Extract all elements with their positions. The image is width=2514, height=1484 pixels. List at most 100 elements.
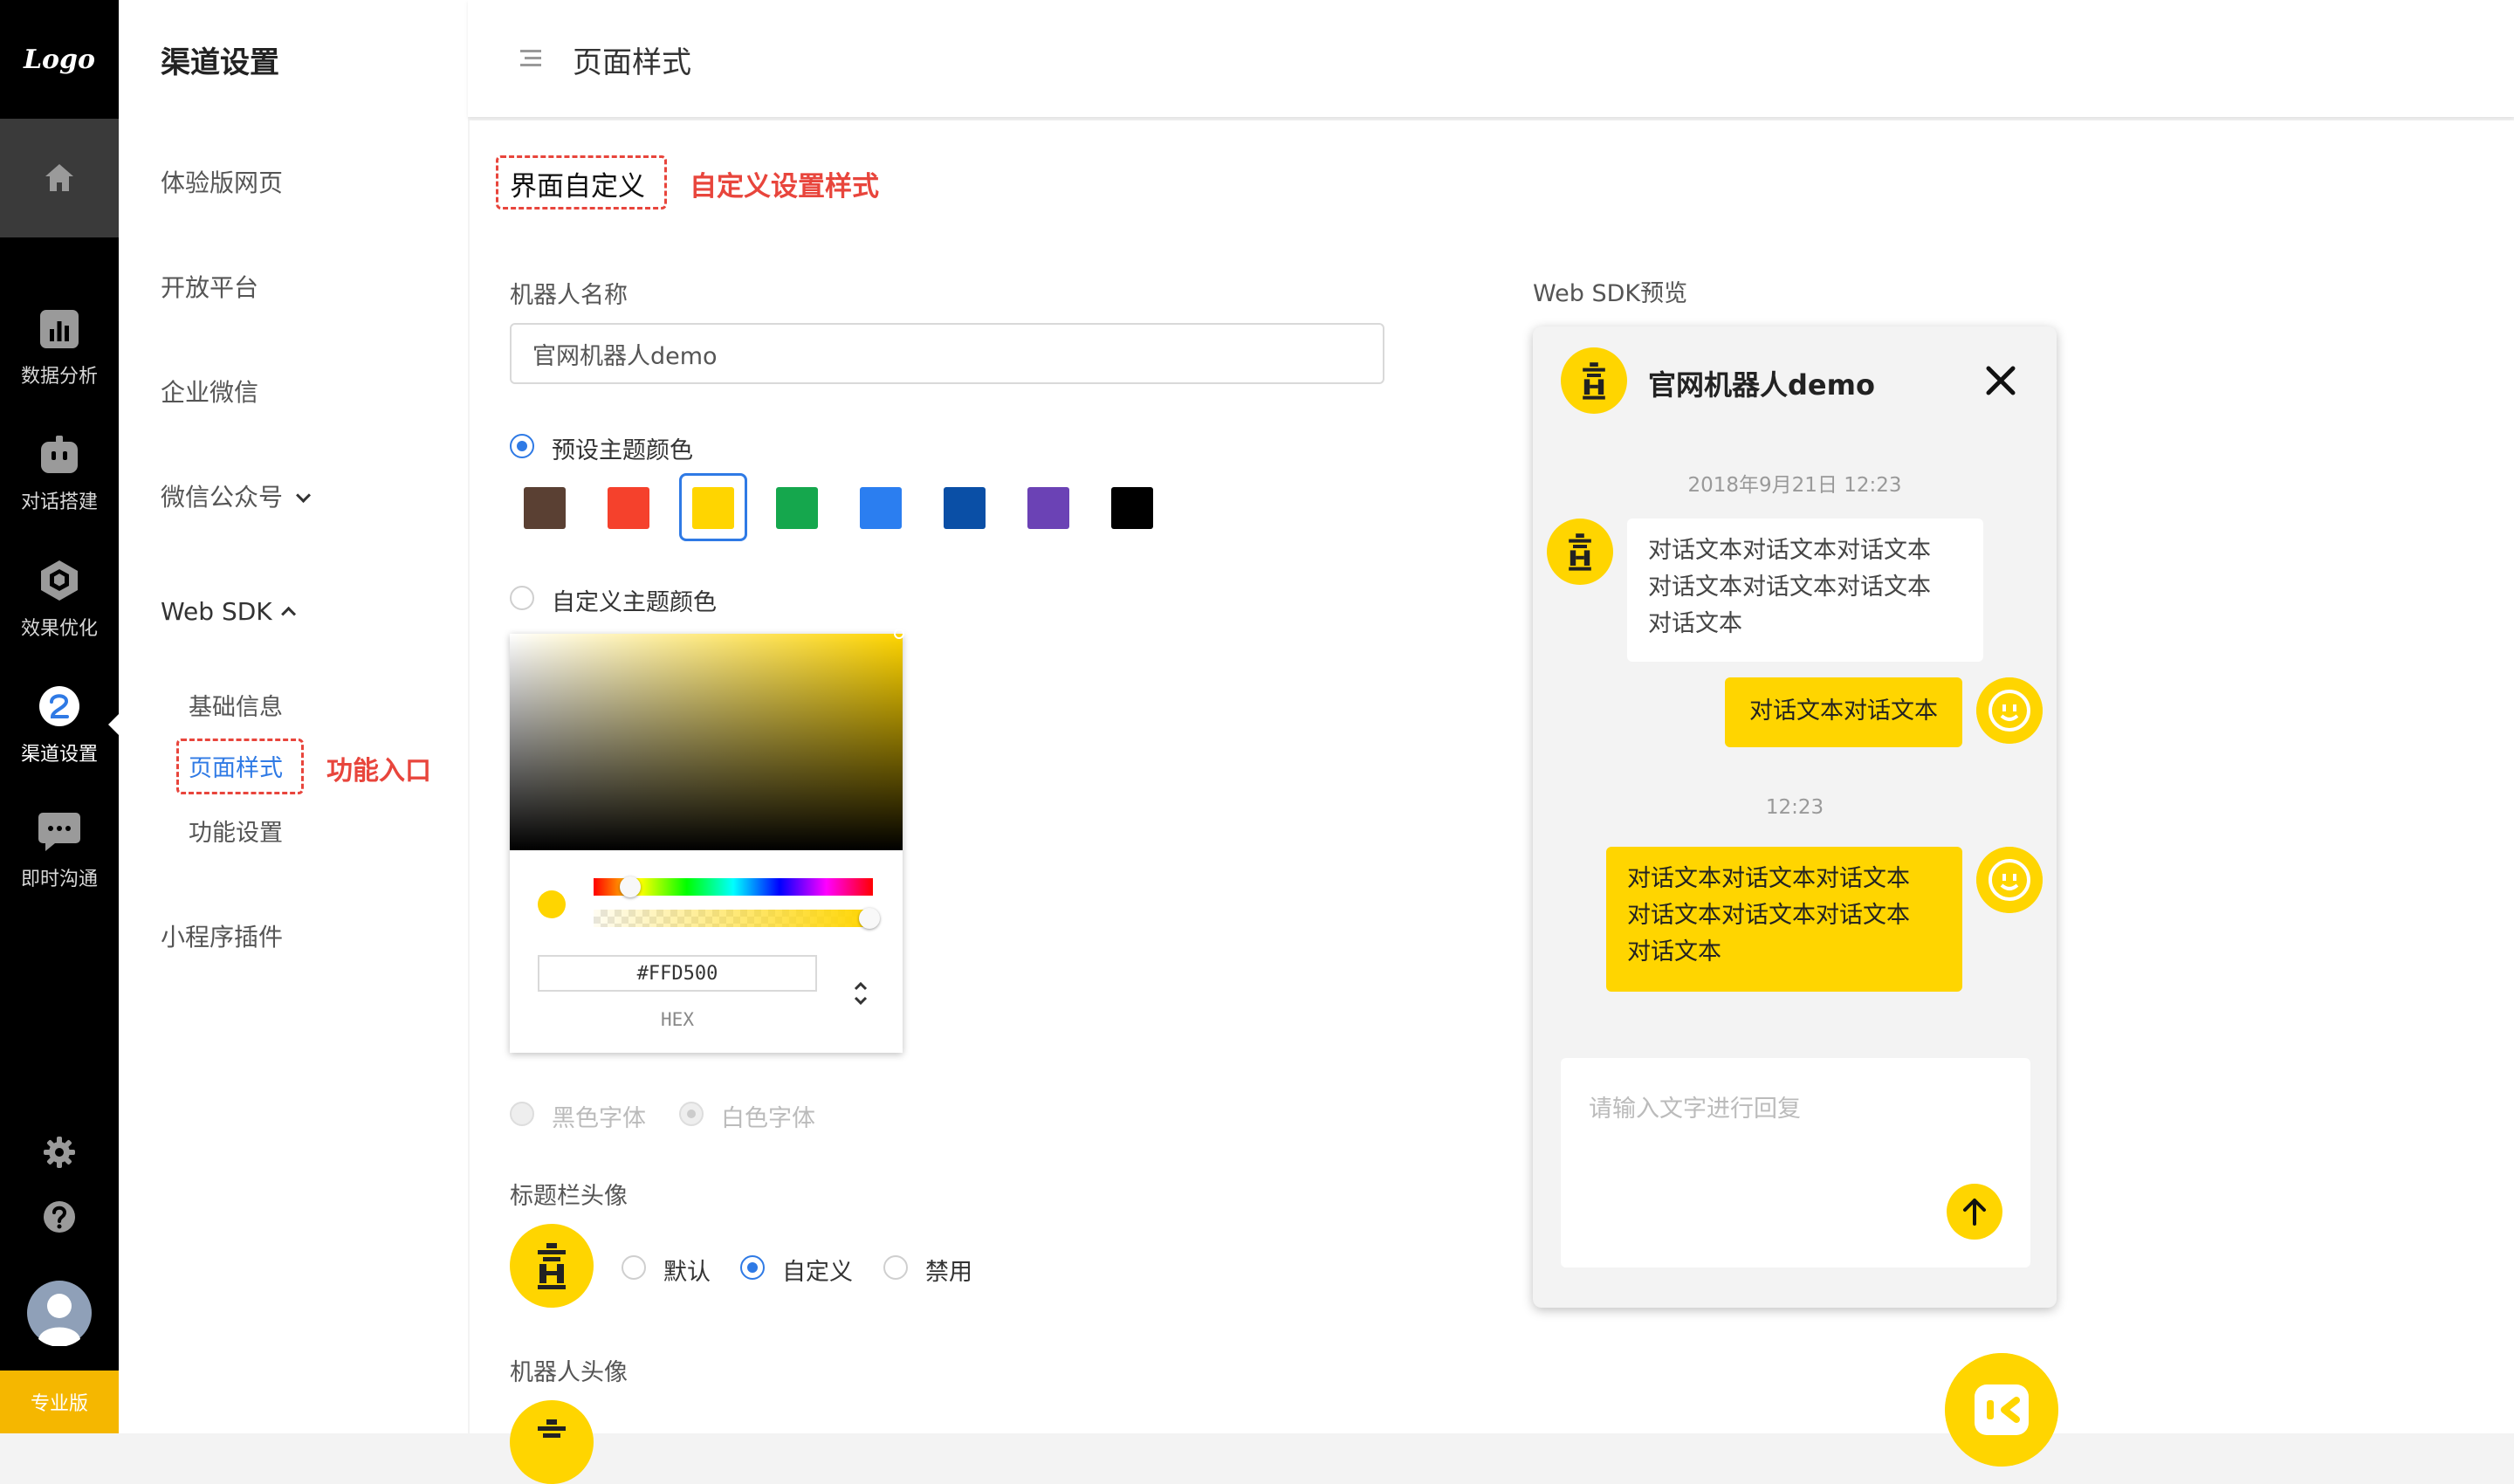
robot-avatar-label: 机器人头像 [510,1359,628,1386]
chat-launcher-button[interactable] [1945,1353,2058,1467]
chat-bubble-icon [38,813,80,851]
chat-title: 官网机器人demo [1648,368,1875,402]
page-title: 页面样式 [573,45,691,80]
bot-message-avatar [1547,519,1613,585]
message-line: 对话文本对话文本对话文本 [1648,574,1931,601]
nav-label: 即时沟通 [20,869,98,890]
home-button[interactable] [0,119,119,237]
chat-timestamp: 2018年9月21日 12:23 [1687,474,1902,497]
saturation-handle[interactable] [894,629,904,639]
preview-label: Web SDK预览 [1533,280,1688,307]
swatch-black[interactable] [1111,487,1153,529]
sidebar-item-web-sdk[interactable]: Web SDK [161,597,296,626]
robot-logo-icon [538,1419,566,1438]
robot-logo-icon [1569,533,1591,571]
user-message-bubble: 对话文本对话文本对话文本 对话文本对话文本对话文本 对话文本 [1606,847,1962,992]
font-black-label: 黑色字体 [552,1105,646,1132]
custom-theme-radio[interactable] [510,586,534,610]
message-line: 对话文本对话文本对话文本 [1648,537,1931,564]
bot-name-label: 机器人名称 [510,282,628,309]
menu-icon[interactable] [520,49,541,68]
hex-input[interactable] [538,955,817,992]
robot-logo-icon [1583,362,1605,400]
robot-logo-icon [538,1243,566,1289]
channel-icon [39,686,79,726]
color-picker: HEX [510,629,904,1053]
message-line: 对话文本对话文本对话文本 [1627,902,1910,929]
bot-name-input[interactable] [510,323,1384,384]
send-button[interactable] [1947,1184,2002,1240]
custom-theme-label: 自定义主题颜色 [552,589,717,616]
saturation-area[interactable] [510,634,903,850]
sidebar-item-wecom[interactable]: 企业微信 [161,374,258,409]
swatch-brown[interactable] [524,487,566,529]
avatar-custom-radio[interactable] [740,1255,765,1280]
preset-theme-radio[interactable] [510,434,534,458]
cube-icon [41,560,78,601]
hue-handle[interactable] [620,876,641,897]
nav-channel-settings[interactable]: 渠道设置 [0,669,119,782]
pro-badge[interactable]: 专业版 [0,1371,119,1433]
swatch-red[interactable] [608,487,649,529]
gear-icon[interactable] [42,1135,77,1170]
swatch-green[interactable] [776,487,818,529]
sidebar-sub-basic-info[interactable]: 基础信息 [189,688,283,722]
sidebar-item-mini-program[interactable]: 小程序插件 [161,918,283,953]
font-black-radio[interactable] [510,1102,534,1126]
alpha-handle[interactable] [859,908,880,929]
user-message-bubble: 对话文本对话文本 [1725,677,1962,747]
robot-avatar-preview [510,1400,594,1484]
sidebar-item-label: 微信公众号 [161,483,284,512]
alpha-slider[interactable] [594,910,873,927]
nav-instant-chat[interactable]: 即时沟通 [0,794,119,908]
logo[interactable]: Logo [0,0,119,119]
swatch-yellow[interactable] [692,487,734,529]
mode-toggle-icon[interactable] [850,978,871,1009]
help-icon[interactable] [42,1199,77,1234]
bot-message-bubble: 对话文本对话文本对话文本 对话文本对话文本对话文本 对话文本 [1627,519,1983,662]
avatar-default-radio[interactable] [622,1255,646,1280]
sidebar-item-trial-web[interactable]: 体验版网页 [161,164,283,199]
annotation-feature-entry: 功能入口 [326,756,431,787]
message-line: 对话文本 [1627,938,1721,965]
title-avatar-preview [510,1224,594,1308]
nav-label: 数据分析 [20,366,98,388]
chat-header-avatar [1561,347,1627,414]
sidebar-item-wechat-official[interactable]: 微信公众号 [161,478,312,513]
chat-timestamp: 12:23 [1765,796,1824,819]
hex-mode-label: HEX [661,1009,694,1030]
bar-chart-icon [40,310,79,348]
sidebar-item-open-platform[interactable]: 开放平台 [161,269,258,304]
avatar-disable-radio[interactable] [883,1255,908,1280]
home-icon [45,164,73,191]
preset-theme-label: 预设主题颜色 [552,437,693,464]
nav-optimization[interactable]: 效果优化 [0,543,119,656]
nav-data-analysis[interactable]: 数据分析 [0,292,119,405]
nav-dialog-build[interactable]: 对话搭建 [0,417,119,531]
chevron-up-icon [280,606,296,622]
section-title: 界面自定义 [510,171,645,203]
close-icon[interactable] [1983,363,2018,398]
sidebar-title: 渠道设置 [161,45,279,80]
annotation-custom-style: 自定义设置样式 [690,171,879,203]
message-line: 对话文本 [1648,610,1742,637]
title-avatar-label: 标题栏头像 [510,1183,628,1210]
avatar-default-label: 默认 [663,1259,711,1286]
sidebar-item-label: Web SDK [161,597,272,626]
avatar-disable-label: 禁用 [925,1259,972,1286]
swatch-purple[interactable] [1027,487,1069,529]
sidebar-sub-page-style[interactable]: 页面样式 [189,749,283,783]
user-avatar[interactable] [26,1280,93,1346]
active-indicator [108,714,119,735]
sidebar-sub-feature-settings[interactable]: 功能设置 [189,814,283,848]
message-line: 对话文本对话文本对话文本 [1627,865,1910,892]
page-header [468,0,2514,117]
nav-label: 效果优化 [20,618,98,640]
font-white-radio[interactable] [679,1102,704,1126]
nav-label: 渠道设置 [20,744,98,766]
swatch-blue[interactable] [860,487,902,529]
arrow-up-icon [1963,1199,1986,1226]
user-face-icon [1976,847,2043,913]
avatar-custom-label: 自定义 [782,1259,853,1286]
swatch-dark-blue[interactable] [944,487,986,529]
